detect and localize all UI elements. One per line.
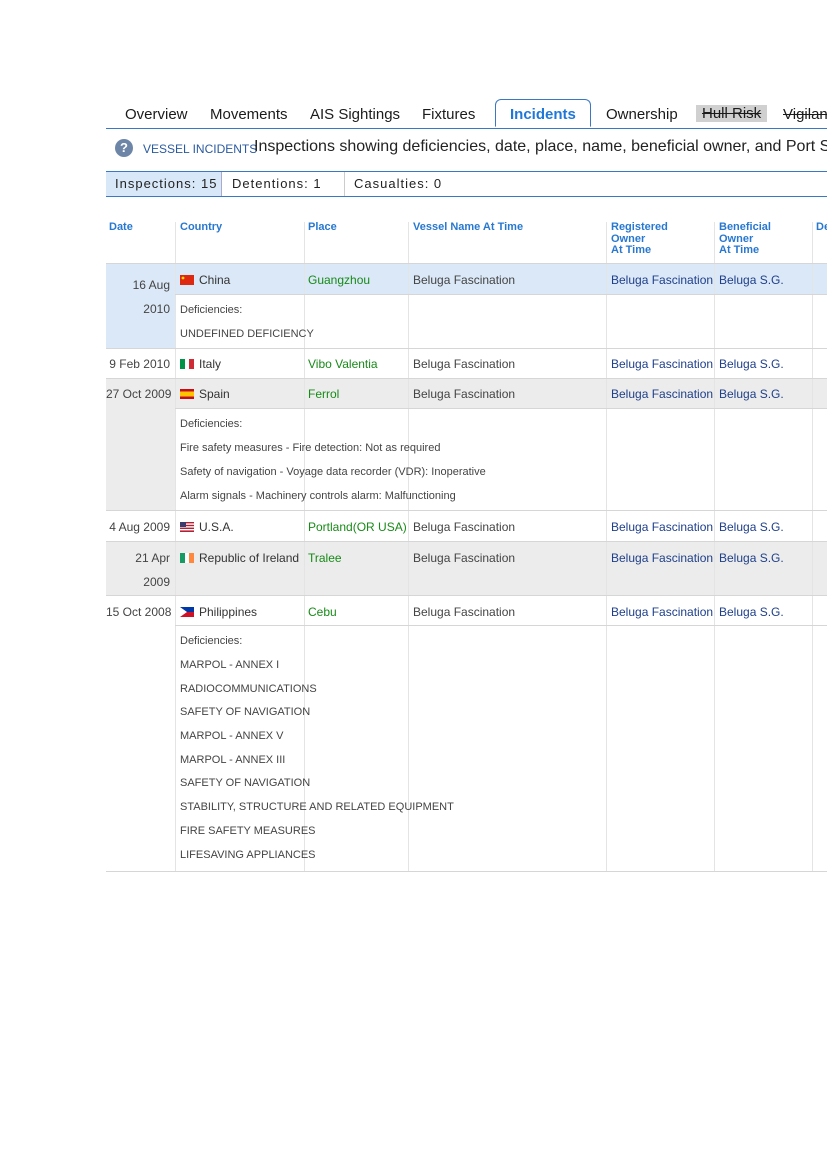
- col-divider: [714, 222, 715, 872]
- row-divider: [175, 408, 827, 409]
- deficiency-item: MARPOL - ANNEX III: [180, 754, 286, 766]
- row-divider: [175, 625, 827, 626]
- deficiency-item: Alarm signals - Machinery controls alarm…: [180, 490, 456, 502]
- deficiency-item: RADIOCOMMUNICATIONS: [180, 683, 317, 695]
- row-country: Philippines: [180, 605, 257, 619]
- row-place[interactable]: Cebu: [308, 605, 337, 619]
- section-header: ? VESSEL INCIDENTS Inspections showing d…: [115, 138, 827, 162]
- row-divider: [175, 294, 827, 295]
- deficiency-item: SAFETY OF NAVIGATION: [180, 706, 311, 718]
- deficiency-item: SAFETY OF NAVIGATION: [180, 777, 311, 789]
- col-divider: [408, 222, 409, 872]
- row-place[interactable]: Portland(OR USA): [308, 520, 407, 534]
- row-vessel-name: Beluga Fascination: [413, 605, 516, 619]
- tab-vigilance[interactable]: Vigilan: [783, 106, 827, 123]
- deficiency-item: MARPOL - ANNEX I: [180, 659, 280, 671]
- philippines-flag-icon: [180, 607, 194, 617]
- col-divider: [175, 222, 176, 872]
- incident-counts: Inspections: 15 Detentions: 1 Casualties…: [106, 171, 827, 197]
- row-vessel-name: Beluga Fascination: [413, 551, 516, 565]
- deficiencies-label: Deficiencies:: [180, 304, 243, 316]
- row-beneficial-owner[interactable]: Beluga S.G.: [719, 520, 784, 534]
- row-bg-3-date: [106, 408, 175, 511]
- row-divider: [106, 263, 827, 264]
- deficiencies-label: Deficiencies:: [180, 418, 243, 430]
- tab-overview[interactable]: Overview: [125, 106, 188, 123]
- deficiency-item: Fire safety measures - Fire detection: N…: [180, 442, 441, 454]
- col-header-vessel[interactable]: Vessel Name At Time: [413, 221, 523, 234]
- row-beneficial-owner[interactable]: Beluga S.G.: [719, 387, 784, 401]
- row-place[interactable]: Guangzhou: [308, 273, 370, 287]
- row-country: Italy: [180, 357, 221, 371]
- deficiency-item: UNDEFINED DEFICIENCY: [180, 328, 314, 340]
- col-header-date[interactable]: Date: [109, 221, 133, 234]
- question-icon[interactable]: ?: [115, 139, 133, 157]
- row-place[interactable]: Tralee: [308, 551, 342, 565]
- section-description: Inspections showing deficiencies, date, …: [254, 138, 827, 155]
- row-date: 15 Oct 2008: [106, 605, 172, 619]
- section-title: VESSEL INCIDENTS: [143, 142, 258, 156]
- col-header-country[interactable]: Country: [180, 221, 222, 234]
- tab-movements[interactable]: Movements: [210, 106, 288, 123]
- row-registered-owner[interactable]: Beluga Fascination: [611, 357, 713, 371]
- china-flag-icon: [180, 275, 194, 285]
- row-registered-owner[interactable]: Beluga Fascination: [611, 273, 713, 287]
- spain-flag-icon: [180, 389, 194, 399]
- row-vessel-name: Beluga Fascination: [413, 387, 516, 401]
- row-divider: [106, 871, 827, 872]
- col-divider: [606, 222, 607, 872]
- col-header-extra[interactable]: De: [816, 221, 827, 234]
- ireland-flag-icon: [180, 553, 194, 563]
- row-registered-owner[interactable]: Beluga Fascination: [611, 520, 713, 534]
- row-place[interactable]: Vibo Valentia: [308, 357, 378, 371]
- detentions-count-tab[interactable]: Detentions: 1: [232, 172, 345, 196]
- deficiency-item: STABILITY, STRUCTURE AND RELATED EQUIPME…: [180, 801, 454, 813]
- row-vessel-name: Beluga Fascination: [413, 520, 516, 534]
- row-vessel-name: Beluga Fascination: [413, 273, 516, 287]
- row-date: 27 Oct 2009: [106, 387, 172, 401]
- tab-ais-sightings[interactable]: AIS Sightings: [310, 106, 400, 123]
- row-date: 4 Aug 2009: [109, 520, 170, 534]
- col-divider: [304, 222, 305, 872]
- row-divider: [106, 595, 827, 596]
- row-beneficial-owner[interactable]: Beluga S.G.: [719, 273, 784, 287]
- tab-incidents[interactable]: Incidents: [495, 99, 591, 127]
- deficiency-item: Safety of navigation - Voyage data recor…: [180, 466, 486, 478]
- col-header-registered-owner[interactable]: Registered Owner At Time: [611, 221, 668, 257]
- row-date: 9 Feb 2010: [109, 357, 170, 371]
- usa-flag-icon: [180, 522, 194, 532]
- row-registered-owner[interactable]: Beluga Fascination: [611, 551, 713, 565]
- row-beneficial-owner[interactable]: Beluga S.G.: [719, 357, 784, 371]
- col-header-beneficial-owner[interactable]: Beneficial Owner At Time: [719, 221, 771, 257]
- deficiency-item: MARPOL - ANNEX V: [180, 730, 284, 742]
- row-country: China: [180, 273, 230, 287]
- italy-flag-icon: [180, 359, 194, 369]
- row-date: 16 Aug 2010: [132, 278, 170, 316]
- deficiencies-label: Deficiencies:: [180, 635, 243, 647]
- row-registered-owner[interactable]: Beluga Fascination: [611, 605, 713, 619]
- deficiency-item: LIFESAVING APPLIANCES: [180, 849, 316, 861]
- row-beneficial-owner[interactable]: Beluga S.G.: [719, 551, 784, 565]
- row-divider: [106, 510, 827, 511]
- row-divider: [106, 378, 827, 379]
- tab-hull-risk[interactable]: Hull Risk: [696, 105, 768, 122]
- row-divider: [106, 348, 827, 349]
- tab-bar: Overview Movements AIS Sightings Fixture…: [106, 99, 827, 129]
- tab-ownership[interactable]: Ownership: [606, 106, 678, 123]
- tab-fixtures[interactable]: Fixtures: [422, 106, 475, 123]
- row-date: 21 Apr 2009: [135, 551, 170, 589]
- col-divider: [812, 222, 813, 872]
- inspections-count-tab[interactable]: Inspections: 15: [106, 172, 222, 196]
- row-vessel-name: Beluga Fascination: [413, 357, 516, 371]
- row-divider: [106, 541, 827, 542]
- deficiency-item: FIRE SAFETY MEASURES: [180, 825, 316, 837]
- row-country: Republic of Ireland: [180, 551, 299, 565]
- col-header-place[interactable]: Place: [308, 221, 337, 234]
- casualties-count-tab[interactable]: Casualties: 0: [354, 172, 494, 196]
- row-registered-owner[interactable]: Beluga Fascination: [611, 387, 713, 401]
- row-beneficial-owner[interactable]: Beluga S.G.: [719, 605, 784, 619]
- row-country: U.S.A.: [180, 520, 234, 534]
- row-place[interactable]: Ferrol: [308, 387, 339, 401]
- row-country: Spain: [180, 387, 230, 401]
